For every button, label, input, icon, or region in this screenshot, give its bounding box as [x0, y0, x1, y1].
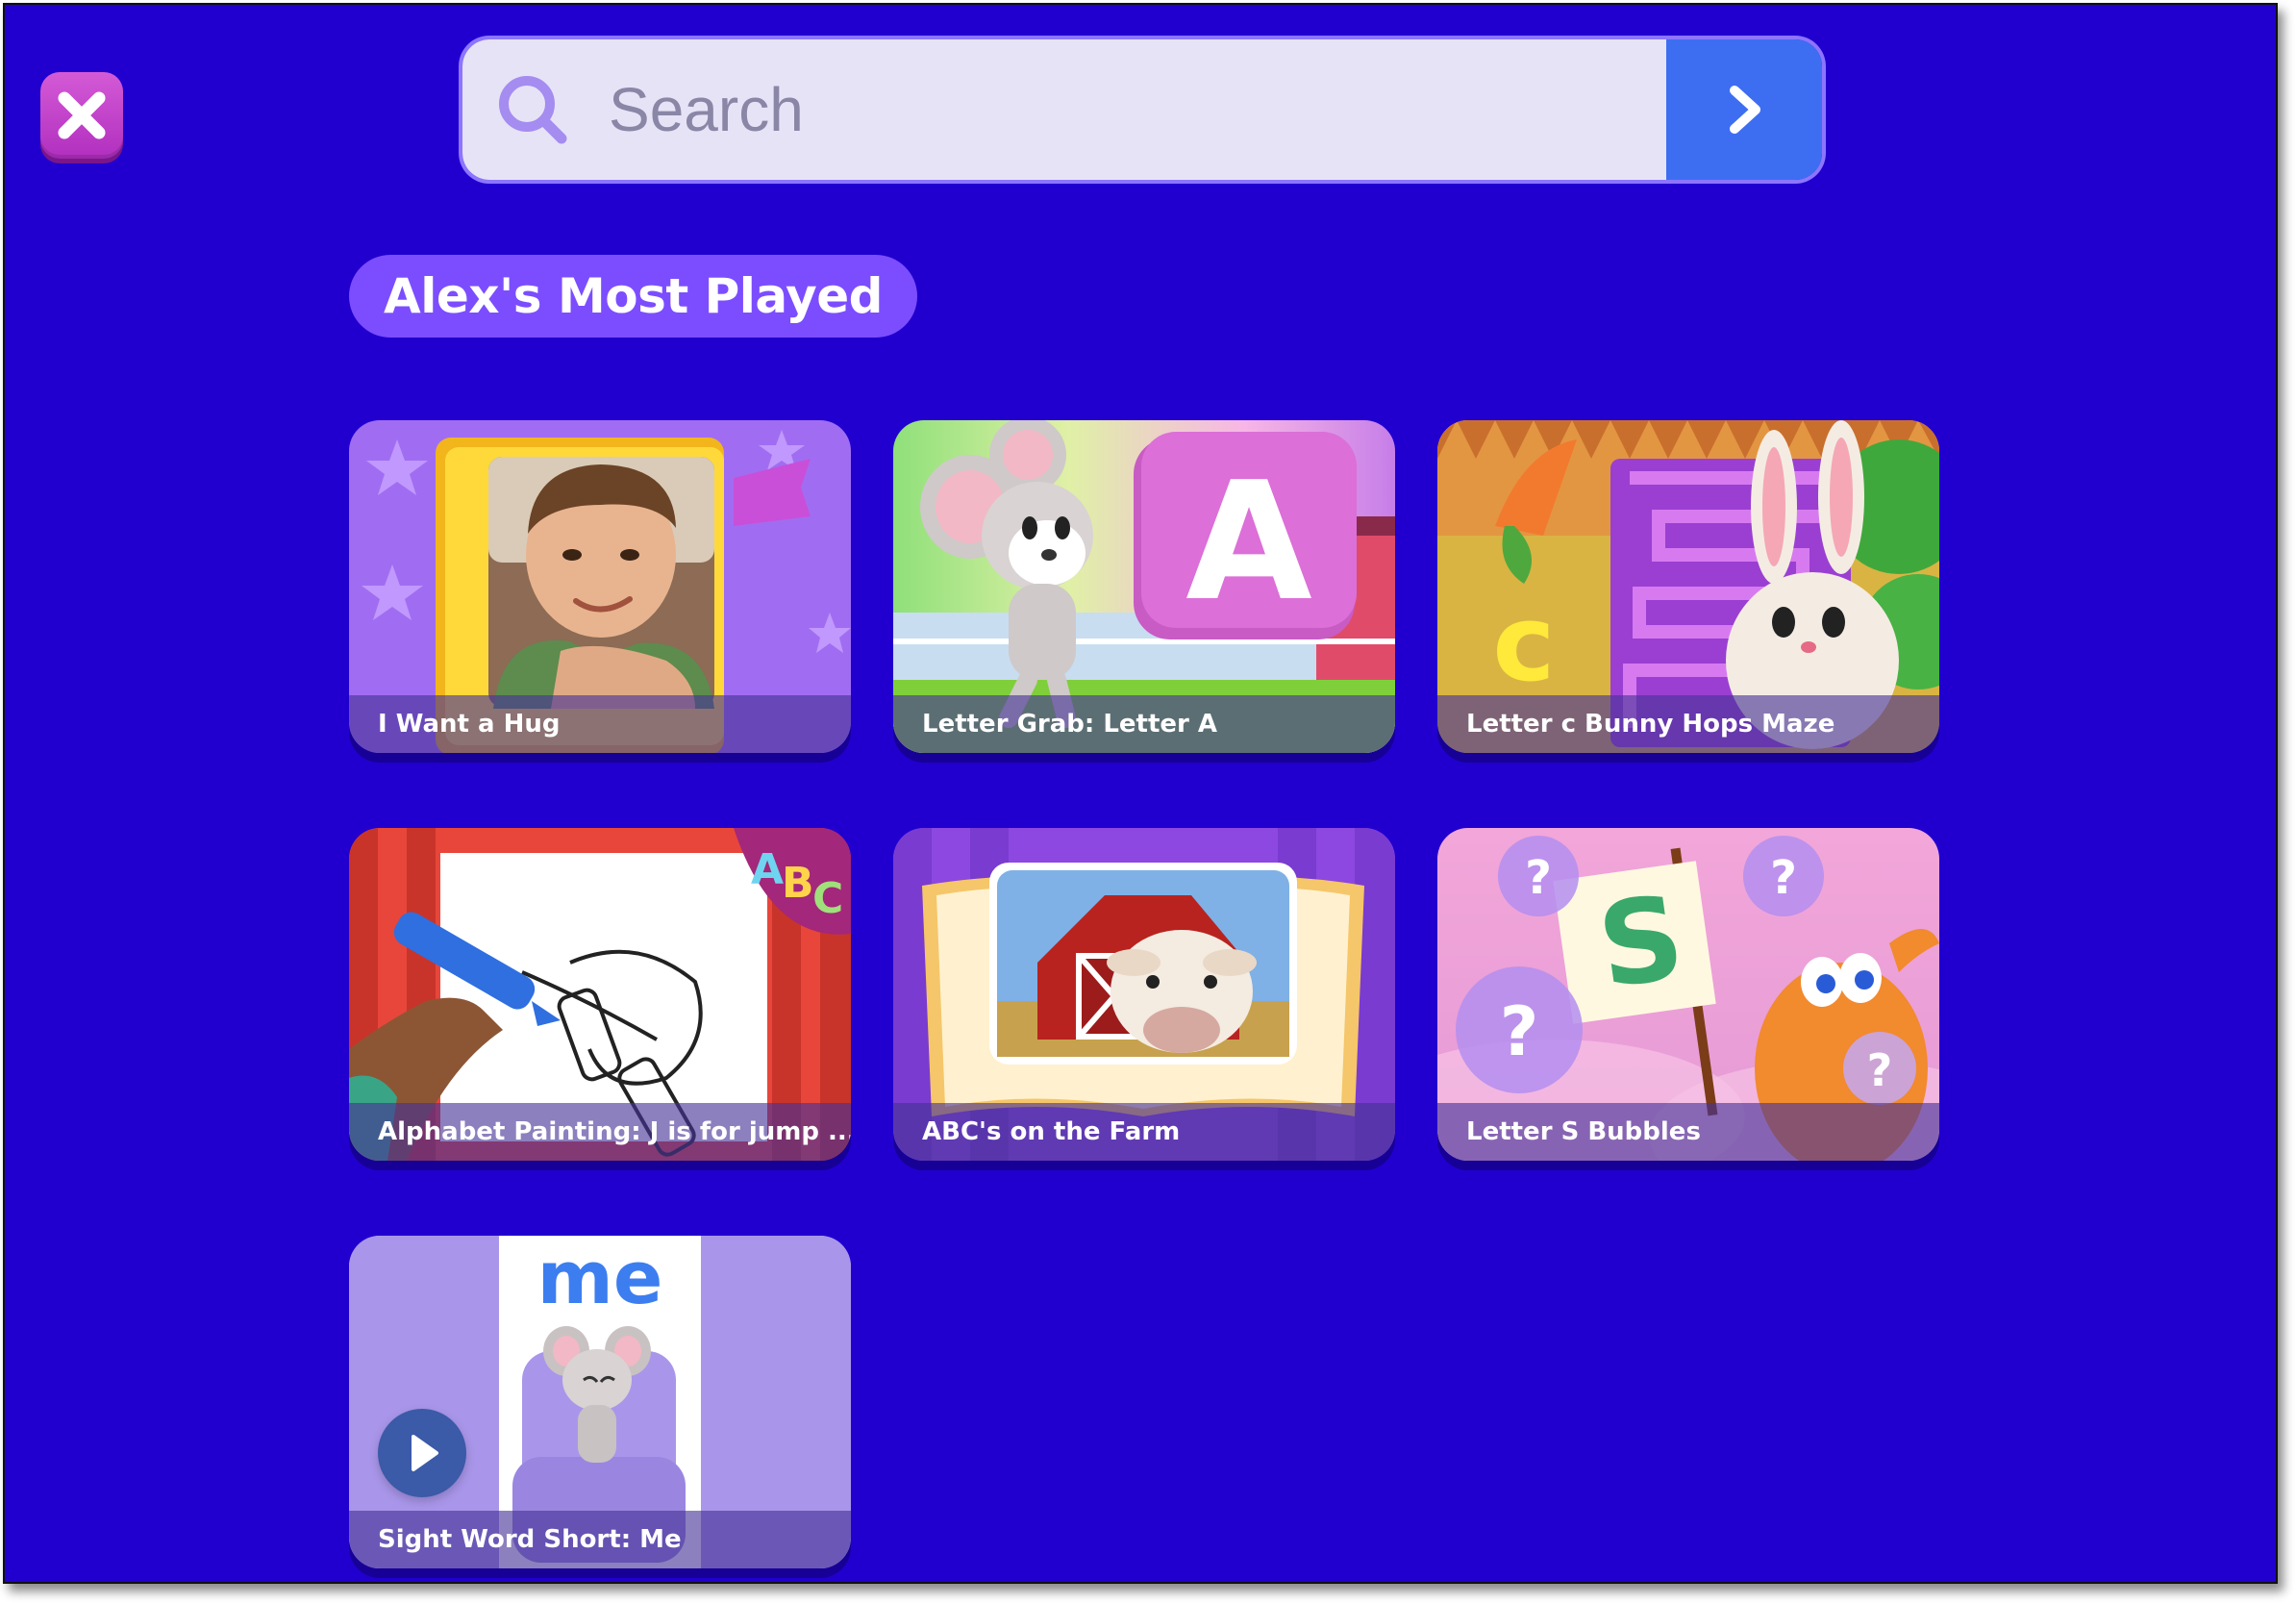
svg-text:?: ?: [1867, 1044, 1893, 1096]
art-letter: A: [1185, 447, 1312, 638]
search-bar: [462, 39, 1822, 180]
search-go-button[interactable]: [1666, 39, 1822, 180]
activity-title: I Want a Hug: [349, 695, 851, 753]
activity-title: Alphabet Painting: J is for jump ...: [349, 1103, 851, 1161]
app-window: Alex's Most Played I Want a Hug: [3, 3, 2278, 1584]
activity-title: Letter c Bunny Hops Maze: [1437, 695, 1939, 753]
activity-card[interactable]: me Sight Word Short: Me: [349, 1236, 851, 1568]
activity-card[interactable]: ABC's on the Farm: [893, 828, 1395, 1161]
activity-title: Letter S Bubbles: [1437, 1103, 1939, 1161]
play-icon: [412, 1435, 438, 1471]
activity-card[interactable]: S ? ? ? ? Letter S Bubbles: [1437, 828, 1939, 1161]
art-word: me: [537, 1236, 663, 1320]
chevron-right-icon: [1730, 86, 1760, 134]
art-letter: A: [751, 845, 784, 894]
activity-title: Sight Word Short: Me: [349, 1511, 851, 1568]
play-button[interactable]: [378, 1409, 466, 1497]
art-letter: B: [782, 859, 814, 908]
activity-card[interactable]: c Letter c Bunny Hops Maze: [1437, 420, 1939, 753]
svg-text:?: ?: [1525, 851, 1552, 905]
activity-card[interactable]: A Letter Grab: Letter A: [893, 420, 1395, 753]
activity-title: Letter Grab: Letter A: [893, 695, 1395, 753]
activity-card[interactable]: A B C Alphabet Painting: J is for jump .…: [349, 828, 851, 1161]
svg-text:?: ?: [1770, 851, 1797, 905]
activity-card[interactable]: I Want a Hug: [349, 420, 851, 753]
search-icon: [489, 66, 576, 153]
activity-title: ABC's on the Farm: [893, 1103, 1395, 1161]
close-icon: [58, 91, 106, 139]
art-letter: C: [812, 874, 843, 923]
search-field[interactable]: [462, 39, 1666, 180]
section-title: Alex's Most Played: [349, 255, 917, 338]
close-button[interactable]: [40, 72, 123, 159]
search-input[interactable]: [607, 73, 1572, 146]
art-letter: c: [1492, 582, 1555, 705]
svg-text:?: ?: [1500, 992, 1539, 1071]
